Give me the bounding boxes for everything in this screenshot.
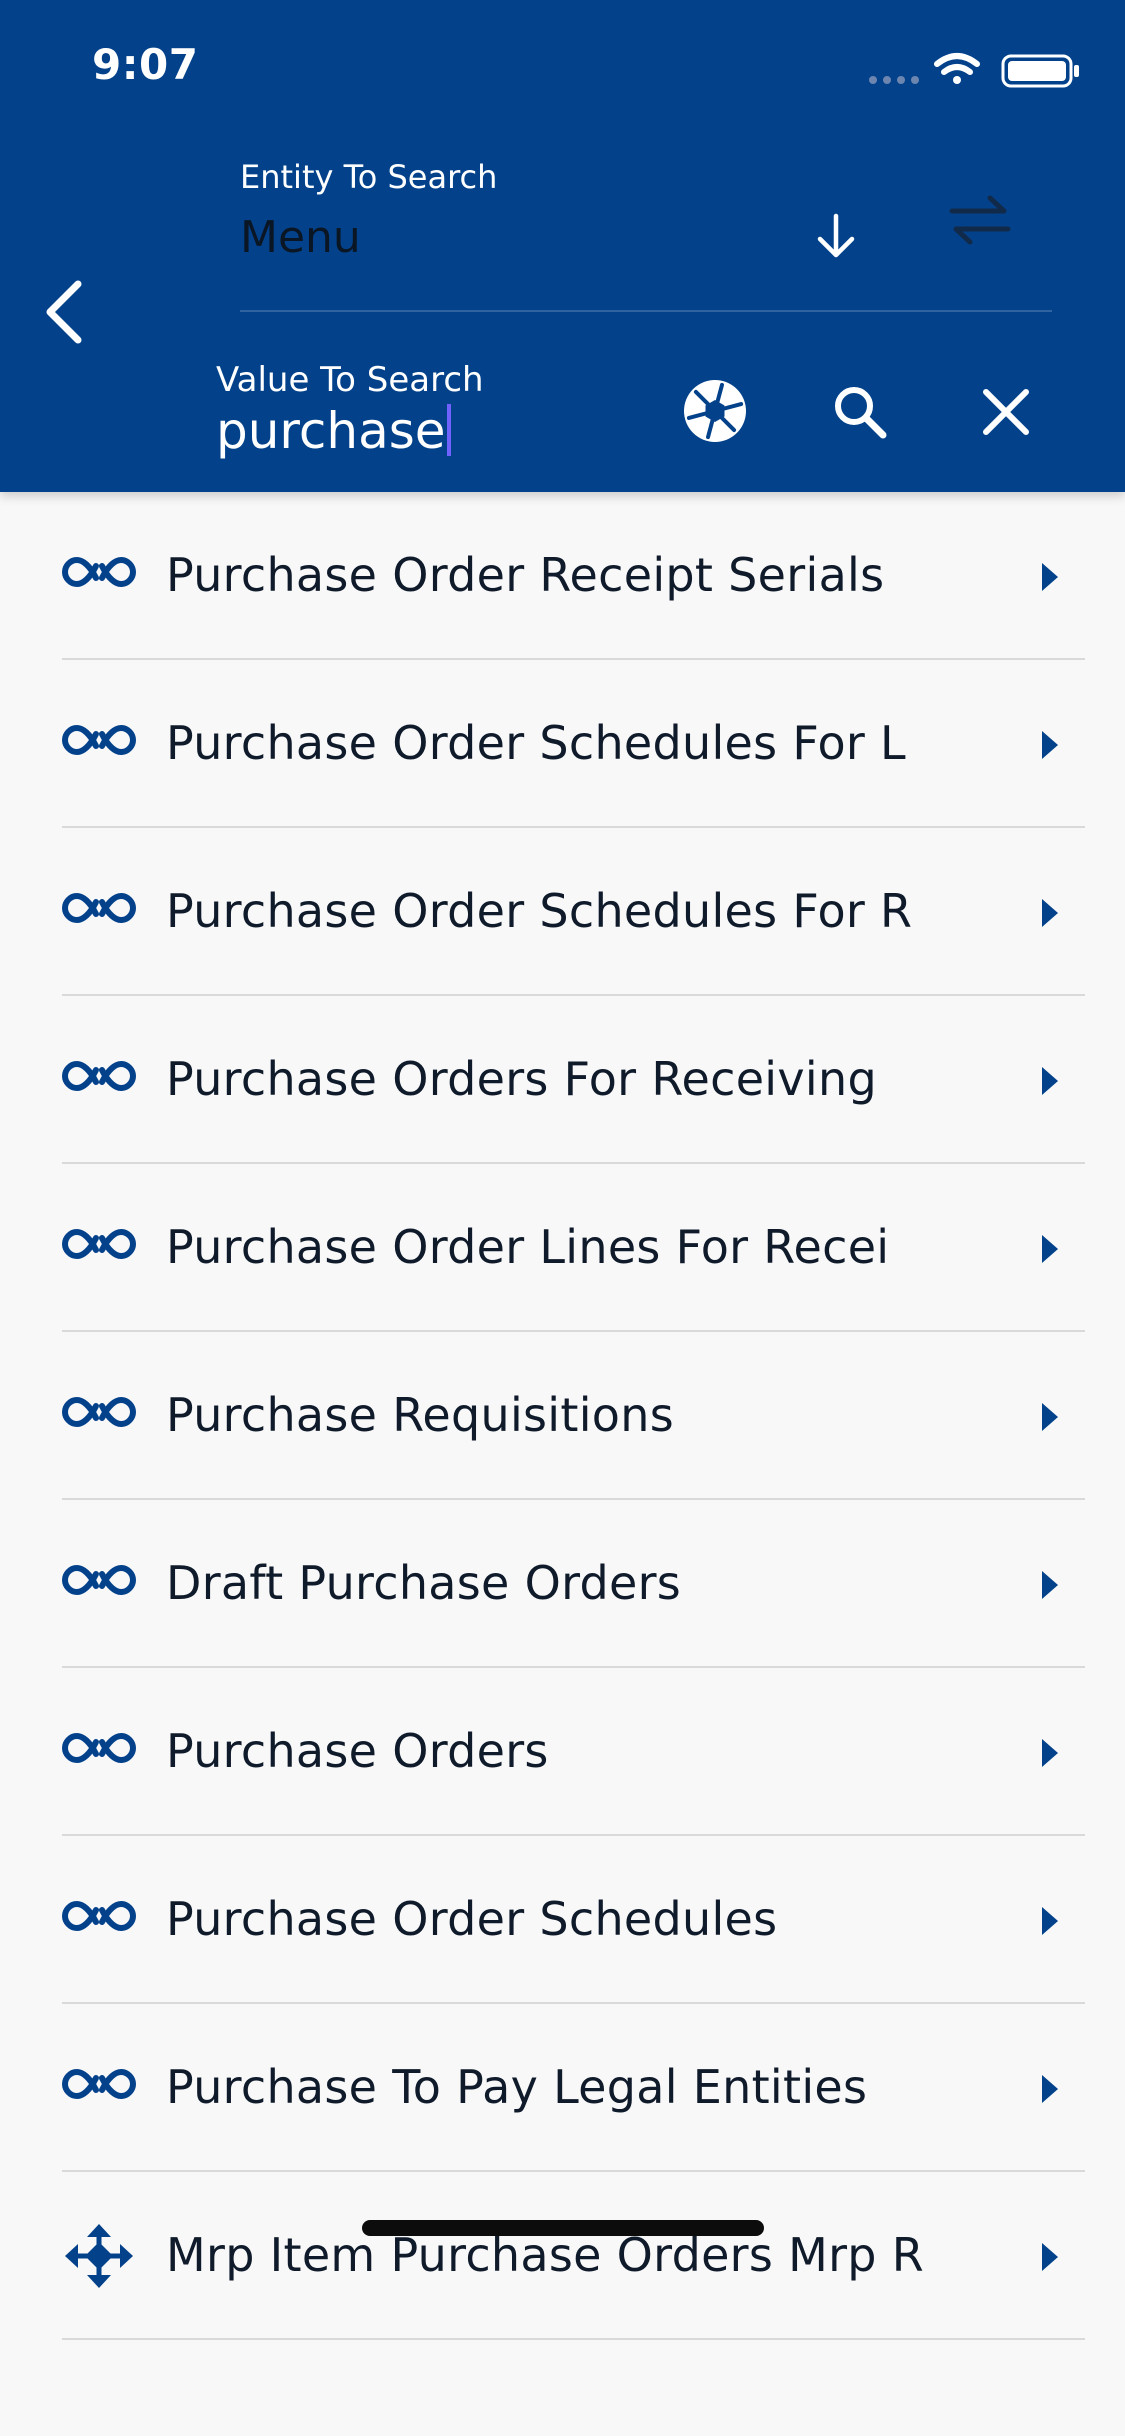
link-icon xyxy=(62,1216,136,1280)
search-header: 9:07 Entity To Search Menu Value To Sear… xyxy=(0,0,1125,492)
list-item-label: Purchase Orders For Receiving xyxy=(166,1052,877,1106)
list-item-label: Purchase Order Schedules xyxy=(166,1892,778,1946)
link-icon xyxy=(62,1048,136,1112)
list-item[interactable]: Mrp Item Purchase Orders Mrp R xyxy=(0,2172,1125,2340)
back-chevron-icon xyxy=(46,280,82,344)
link-icon xyxy=(62,2056,136,2120)
chevron-right-icon xyxy=(1038,2072,1062,2106)
close-icon xyxy=(983,389,1029,435)
entity-to-search-label: Entity To Search xyxy=(240,158,498,196)
battery-icon xyxy=(1001,54,1079,88)
list-item[interactable]: Purchase Order Schedules xyxy=(0,1836,1125,2004)
status-bar-time: 9:07 xyxy=(92,40,199,89)
link-icon xyxy=(62,1552,136,1616)
chevron-right-icon xyxy=(1038,728,1062,762)
wifi-icon xyxy=(934,53,980,84)
cellular-signal-icon xyxy=(869,76,919,84)
chevron-right-icon xyxy=(1038,1904,1062,1938)
list-item-label: Purchase Orders xyxy=(166,1724,549,1778)
search-icon xyxy=(835,387,887,439)
link-icon xyxy=(62,1384,136,1448)
home-indicator xyxy=(362,2220,764,2236)
entity-select-value[interactable]: Menu xyxy=(240,212,361,263)
link-icon xyxy=(62,1888,136,1952)
search-button[interactable] xyxy=(830,382,890,442)
back-button[interactable] xyxy=(36,276,96,348)
entity-field-underline xyxy=(240,310,1052,312)
list-item-label: Draft Purchase Orders xyxy=(166,1556,682,1610)
list-item-label: Mrp Item Purchase Orders Mrp R xyxy=(166,2228,924,2282)
chevron-right-icon xyxy=(1038,1568,1062,1602)
link-icon xyxy=(62,544,136,608)
camera-aperture-icon xyxy=(684,380,746,442)
clear-search-button[interactable] xyxy=(978,384,1034,440)
value-to-search-label: Value To Search xyxy=(216,360,484,400)
status-bar-icons xyxy=(865,50,1085,90)
chevron-right-icon xyxy=(1038,2240,1062,2274)
search-results-list: Purchase Order Receipt Serials Purchase … xyxy=(0,492,1125,2340)
link-icon xyxy=(62,880,136,944)
text-caret xyxy=(446,404,451,456)
search-value-input[interactable]: purchase xyxy=(216,402,636,466)
link-icon xyxy=(62,712,136,776)
list-item-label: Purchase Requisitions xyxy=(166,1388,674,1442)
chevron-right-icon xyxy=(1038,1232,1062,1266)
search-value-text: purchase xyxy=(216,402,446,460)
list-item[interactable]: Purchase Orders For Receiving xyxy=(0,996,1125,1164)
move-arrows-icon xyxy=(62,2224,136,2288)
list-item-label: Purchase Order Lines For Recei xyxy=(166,1220,890,1274)
list-divider xyxy=(62,2338,1085,2340)
list-item-label: Purchase To Pay Legal Entities xyxy=(166,2060,868,2114)
link-icon xyxy=(62,1720,136,1784)
swap-arrows-icon[interactable] xyxy=(946,192,1014,248)
list-item[interactable]: Purchase Order Lines For Recei xyxy=(0,1164,1125,1332)
list-item[interactable]: Purchase Order Schedules For R xyxy=(0,828,1125,996)
list-item[interactable]: Purchase To Pay Legal Entities xyxy=(0,2004,1125,2172)
chevron-right-icon xyxy=(1038,1400,1062,1434)
list-item[interactable]: Draft Purchase Orders xyxy=(0,1500,1125,1668)
chevron-right-icon xyxy=(1038,896,1062,930)
list-item[interactable]: Purchase Order Receipt Serials xyxy=(0,492,1125,660)
list-item[interactable]: Purchase Orders xyxy=(0,1668,1125,1836)
arrow-down-icon[interactable] xyxy=(814,212,858,260)
camera-scan-button[interactable] xyxy=(682,378,748,444)
list-item-label: Purchase Order Schedules For R xyxy=(166,884,913,938)
list-item[interactable]: Purchase Order Schedules For L xyxy=(0,660,1125,828)
chevron-right-icon xyxy=(1038,1736,1062,1770)
chevron-right-icon xyxy=(1038,560,1062,594)
list-item-label: Purchase Order Schedules For L xyxy=(166,716,906,770)
chevron-right-icon xyxy=(1038,1064,1062,1098)
list-item-label: Purchase Order Receipt Serials xyxy=(166,548,885,602)
list-item[interactable]: Purchase Requisitions xyxy=(0,1332,1125,1500)
